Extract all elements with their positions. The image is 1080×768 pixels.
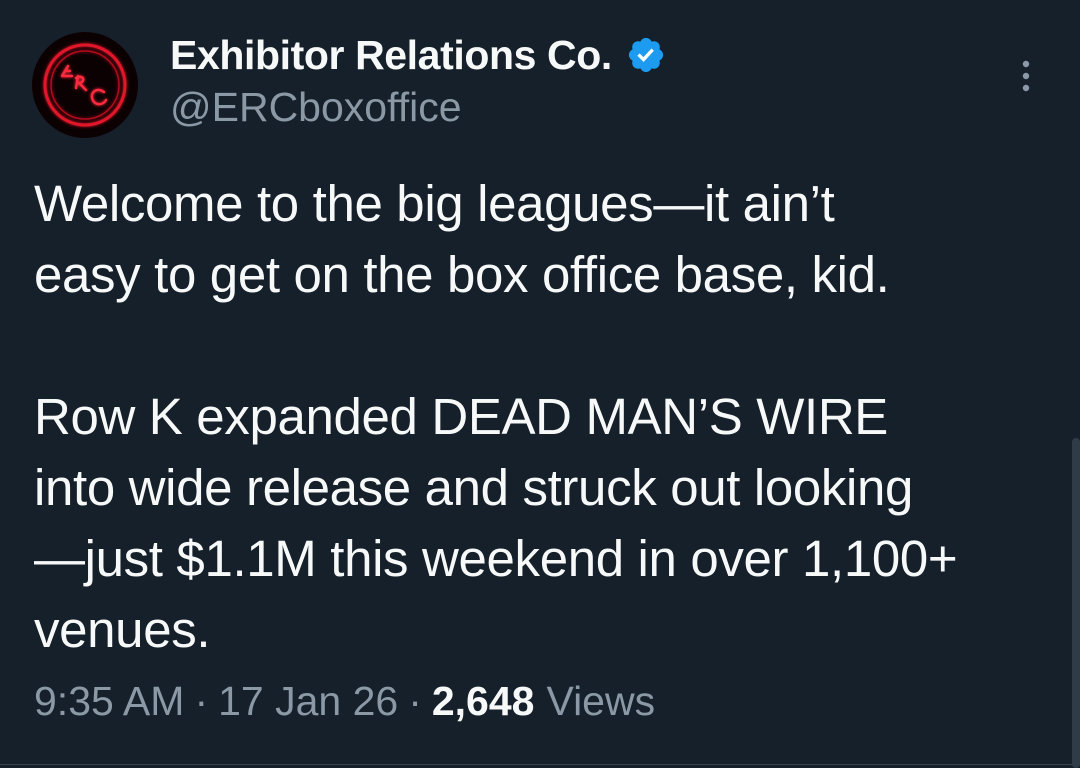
tweet-text: Welcome to the big leagues—it ain’t easy… bbox=[34, 168, 1044, 665]
author-display-name[interactable]: Exhibitor Relations Co. bbox=[170, 32, 612, 79]
tweet-line: —just $1.1M this weekend in over 1,100+ bbox=[34, 530, 958, 587]
scrollbar[interactable] bbox=[1072, 438, 1080, 768]
tweet-line: venues. bbox=[34, 601, 211, 658]
tweet-line: into wide release and struck out looking bbox=[34, 459, 914, 516]
avatar[interactable] bbox=[32, 32, 138, 138]
more-vertical-icon[interactable] bbox=[1010, 56, 1042, 96]
tweet-time[interactable]: 9:35 AM bbox=[34, 678, 184, 725]
author-handle[interactable]: @ERCboxoffice bbox=[170, 84, 462, 131]
meta-separator: · bbox=[408, 678, 422, 724]
verified-badge-icon[interactable] bbox=[626, 35, 666, 75]
tweet-line: easy to get on the box office base, kid. bbox=[34, 246, 890, 303]
tweet-line: Row K expanded DEAD MAN’S WIRE bbox=[34, 388, 888, 445]
meta-separator: · bbox=[194, 678, 209, 724]
tweet-date[interactable]: 17 Jan 26 bbox=[218, 678, 398, 725]
views-count: 2,648 bbox=[431, 678, 535, 724]
tweet-line: Welcome to the big leagues—it ain’t bbox=[34, 175, 835, 232]
views-link[interactable]: 2,648 Views bbox=[432, 678, 655, 725]
tweet: Exhibitor Relations Co. @ERCboxoffice We… bbox=[0, 0, 1080, 768]
tweet-line-break bbox=[34, 310, 1044, 381]
divider bbox=[0, 764, 1080, 765]
erc-logo-icon bbox=[33, 33, 137, 137]
views-label: Views bbox=[546, 678, 656, 724]
author-name-row: Exhibitor Relations Co. bbox=[170, 28, 666, 82]
tweet-metadata: 9:35 AM · 17 Jan 26 · 2,648 Views bbox=[34, 678, 655, 725]
